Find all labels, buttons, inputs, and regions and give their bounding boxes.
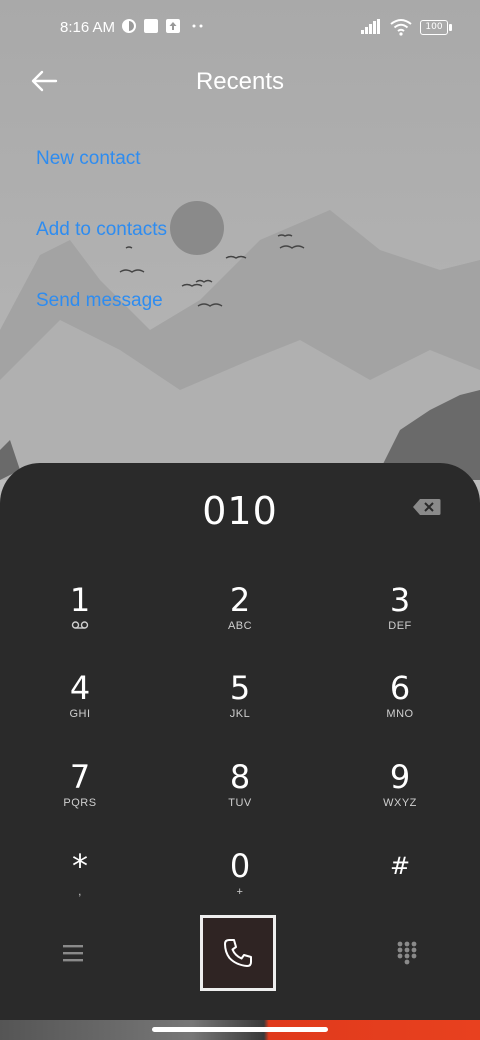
key-star[interactable]: * , [20, 846, 140, 926]
dialed-number[interactable]: 010 [0, 489, 480, 533]
key-8[interactable]: 8 TUV [180, 757, 300, 837]
key-3[interactable]: 3 DEF [340, 580, 460, 660]
wifi-icon [390, 19, 412, 36]
voicemail-icon [20, 620, 140, 634]
notification-square-icon [144, 19, 158, 33]
status-time: 8:16 AM [60, 19, 116, 36]
call-button[interactable] [200, 915, 276, 991]
key-digit: 2 [229, 581, 251, 619]
key-digit: 9 [389, 758, 411, 796]
key-letters: MNO [386, 708, 414, 720]
backspace-icon[interactable] [412, 497, 442, 517]
key-0[interactable]: 0 + [180, 846, 300, 926]
battery-icon: 100 [420, 19, 452, 35]
key-letters [340, 886, 460, 900]
key-7[interactable]: 7 PQRS [20, 757, 140, 837]
key-digit: 8 [229, 758, 251, 796]
key-letters: ABC [227, 620, 253, 632]
dial-pad: 010 1 2 ABC 3 DEF 4 GHI 5 JKL 6 MNO 7 PQ… [0, 463, 480, 1023]
dialpad-toggle-icon[interactable] [396, 940, 418, 966]
menu-icon[interactable] [62, 943, 84, 963]
home-indicator[interactable] [152, 1027, 328, 1032]
page-title: Recents [195, 68, 285, 95]
key-9[interactable]: 9 WXYZ [340, 757, 460, 837]
key-digit: 0 [229, 847, 251, 885]
send-message-link[interactable]: Send message [36, 290, 163, 312]
key-letters: DEF [388, 620, 412, 632]
key-5[interactable]: 5 JKL [180, 668, 300, 748]
key-letters: JKL [229, 708, 251, 720]
key-4[interactable]: 4 GHI [20, 668, 140, 748]
add-to-contacts-link[interactable]: Add to contacts [36, 219, 167, 241]
key-digit: 4 [69, 669, 91, 707]
key-6[interactable]: 6 MNO [340, 668, 460, 748]
new-contact-link[interactable]: New contact [36, 148, 141, 170]
phone-icon [224, 939, 252, 967]
key-letters: , [78, 886, 82, 898]
key-digit: * [72, 847, 88, 885]
key-hash[interactable]: # [340, 846, 460, 926]
key-letters: + [236, 886, 244, 898]
key-1[interactable]: 1 [20, 580, 140, 660]
key-letters: GHI [69, 708, 91, 720]
signal-icon [361, 19, 380, 34]
app-header: Recents [0, 56, 480, 106]
more-dots-icon [192, 24, 203, 28]
key-digit: # [389, 852, 411, 880]
status-bar: 8:16 AM 100 [0, 0, 480, 56]
key-letters: WXYZ [383, 797, 417, 809]
key-digit: 7 [69, 758, 91, 796]
key-letters: PQRS [63, 797, 97, 809]
upload-icon [166, 19, 180, 33]
vpn-icon [122, 19, 136, 33]
key-digit: 3 [389, 581, 411, 619]
key-2[interactable]: 2 ABC [180, 580, 300, 660]
key-digit: 6 [389, 669, 411, 707]
key-digit: 1 [69, 581, 91, 619]
key-letters: TUV [228, 797, 252, 809]
key-digit: 5 [229, 669, 251, 707]
